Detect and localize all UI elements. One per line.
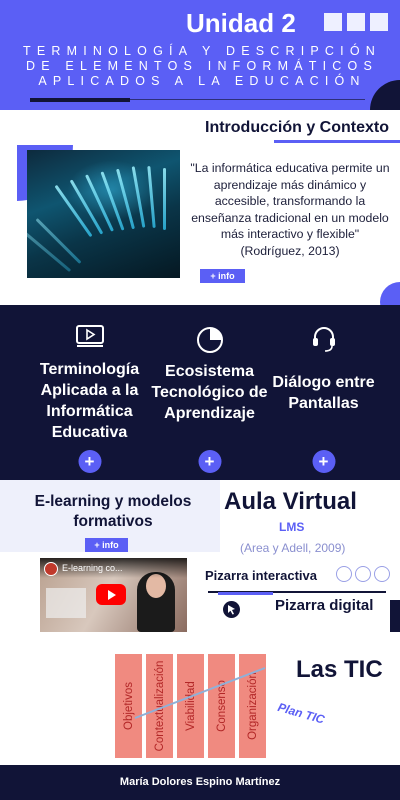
aula-citation: (Area y Adell, 2009) [240, 541, 346, 555]
topic-terminologia: Terminología Aplicada a la Informática E… [23, 305, 156, 480]
pizarra-interactiva-label: Pizarra interactiva [205, 568, 318, 583]
intro-quote: "La informática educativa permite un apr… [190, 161, 390, 258]
footer-author: María Dolores Espino Martínez [0, 765, 400, 800]
header-accent-bar [30, 98, 130, 102]
lms-label: LMS [279, 520, 305, 534]
topics-band: Terminología Aplicada a la Informática E… [0, 305, 400, 480]
pie-chart-icon [195, 324, 225, 359]
decorative-circles [336, 566, 390, 582]
intro-info-button[interactable]: + info [200, 269, 245, 283]
topic-label: Diálogo entre Pantallas [272, 374, 375, 412]
headset-icon [310, 324, 338, 359]
pizarra-digital-label: Pizarra digital [275, 597, 374, 614]
channel-avatar [44, 562, 58, 576]
video-embed[interactable]: E-learning co... [40, 558, 187, 632]
topic-label: Terminología Aplicada a la Informática E… [39, 361, 140, 441]
youtube-play-icon[interactable] [96, 584, 126, 605]
decorative-squares [324, 13, 388, 31]
topic-dialogo: Diálogo entre Pantallas + [257, 305, 390, 480]
header-banner: Unidad 2 Terminología y descripción de e… [0, 0, 400, 110]
pizarra-accent-line [218, 592, 273, 595]
intro-title: Introducción y Contexto [205, 119, 389, 136]
network-cables-image [27, 150, 180, 278]
elearning-info-button[interactable]: + info [85, 538, 128, 552]
video-player-icon [75, 324, 105, 353]
video-background-screen [46, 588, 86, 618]
side-decoration-bar [390, 600, 400, 632]
video-title: E-learning co... [62, 563, 123, 573]
tic-trend-line [134, 667, 266, 719]
intro-underline [274, 140, 400, 143]
cursor-icon[interactable] [223, 601, 240, 618]
elearning-title: E-learning y modelos formativos [34, 493, 192, 530]
unit-title: Unidad 2 [186, 8, 296, 38]
unit-subtitle: Terminología y descripción de elementos … [22, 44, 381, 88]
header-divider [130, 99, 365, 100]
aula-virtual-title: Aula Virtual [224, 488, 357, 515]
topic-expand-button[interactable]: + [198, 450, 221, 473]
las-tic-title: Las TIC [296, 656, 383, 683]
topic-expand-button[interactable]: + [78, 450, 101, 473]
topic-expand-button[interactable]: + [312, 450, 335, 473]
